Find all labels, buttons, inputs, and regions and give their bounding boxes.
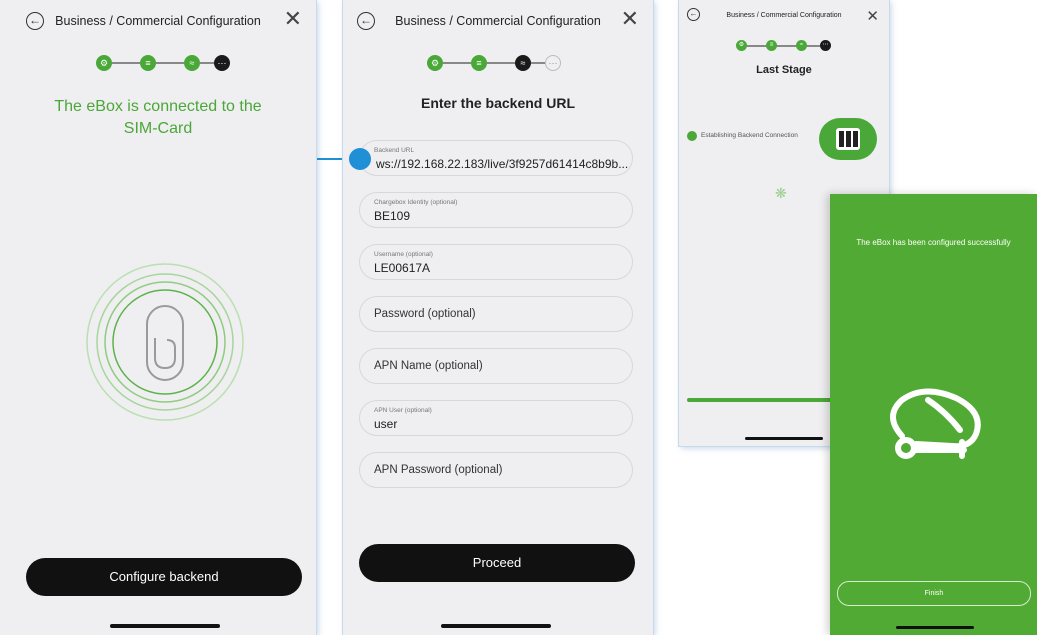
list-icon: ≡ xyxy=(766,40,777,51)
close-icon[interactable]: ✕ xyxy=(284,8,302,30)
field-placeholder: APN Password (optional) xyxy=(374,464,503,476)
apn-name-field[interactable]: APN Name (optional) xyxy=(359,348,633,384)
wifi-icon: ≈ xyxy=(184,55,200,71)
field-label: APN User (optional) xyxy=(374,407,432,414)
sim-card-icon xyxy=(86,263,244,421)
page-title: Business / Commercial Configuration xyxy=(395,14,601,28)
page-title: Business / Commercial Configuration xyxy=(726,12,842,19)
username-field[interactable]: Username (optional) LE00617A xyxy=(359,244,633,280)
step-line xyxy=(776,45,798,47)
screen-sim-connected: ← Business / Commercial Configuration ✕ … xyxy=(0,0,316,635)
stage-heading: Last Stage xyxy=(756,64,812,76)
progress-bar xyxy=(687,398,837,402)
dots-icon: ⋯ xyxy=(214,55,230,71)
list-icon: ≡ xyxy=(471,55,487,71)
field-value: user xyxy=(374,417,398,431)
step-line xyxy=(746,45,768,47)
step-line xyxy=(806,45,820,47)
step-line xyxy=(443,62,471,64)
success-message: The eBox has been configured successfull… xyxy=(856,238,1011,247)
step-line xyxy=(200,62,214,64)
step-indicator: ⚙ ≡ ≈ ⋯ xyxy=(427,55,567,71)
page-title: Business / Commercial Configuration xyxy=(55,14,261,28)
proceed-button[interactable]: Proceed xyxy=(359,544,635,582)
server-icon xyxy=(836,128,860,150)
step-line xyxy=(112,62,140,64)
field-placeholder: APN Name (optional) xyxy=(374,360,483,372)
header: ← Business / Commercial Configuration ✕ xyxy=(343,0,653,44)
field-value: BE109 xyxy=(374,209,411,223)
list-icon: ≡ xyxy=(140,55,156,71)
connector-dot xyxy=(349,148,371,170)
gear-icon: ⚙ xyxy=(736,40,747,51)
field-value: ws://192.168.22.183/live/3f9257d61414c8b… xyxy=(376,157,629,171)
location-pin-icon xyxy=(687,131,697,141)
field-placeholder: Password (optional) xyxy=(374,308,476,320)
home-indicator xyxy=(110,624,220,628)
field-label: Chargebox Identity (optional) xyxy=(374,199,458,206)
home-indicator xyxy=(441,624,551,628)
configure-backend-button[interactable]: Configure backend xyxy=(26,558,302,596)
step-line xyxy=(531,62,545,64)
step-indicator: ⚙ ≡ ≈ ⋯ xyxy=(736,40,836,56)
wifi-icon: ≈ xyxy=(796,40,807,51)
server-badge xyxy=(819,118,877,160)
field-value: LE00617A xyxy=(374,261,431,275)
status-text: Establishing Backend Connection xyxy=(701,132,798,139)
step-line xyxy=(156,62,184,64)
home-indicator xyxy=(896,626,974,629)
field-label: Backend URL xyxy=(374,147,415,154)
screen-backend-url: ← Business / Commercial Configuration ✕ … xyxy=(343,0,653,635)
gear-icon: ⚙ xyxy=(427,55,443,71)
close-icon[interactable]: ✕ xyxy=(621,8,639,30)
step-indicator: ⚙ ≡ ≈ ⋯ xyxy=(96,55,236,71)
chargebox-identity-field[interactable]: Chargebox Identity (optional) BE109 xyxy=(359,192,633,228)
dots-icon: ⋯ xyxy=(545,55,561,71)
screen-success: The eBox has been configured successfull… xyxy=(830,194,1037,635)
header: ← Business / Commercial Configuration ✕ xyxy=(0,0,316,44)
wifi-icon: ≈ xyxy=(515,55,531,71)
close-icon[interactable]: ✕ xyxy=(866,6,879,28)
status-message: The eBox is connected to the SIM-Card xyxy=(54,98,262,137)
apn-user-field[interactable]: APN User (optional) user xyxy=(359,400,633,436)
finish-button[interactable]: Finish xyxy=(837,581,1031,606)
field-label: Username (optional) xyxy=(374,251,433,258)
form-heading: Enter the backend URL xyxy=(420,95,576,111)
apn-password-field[interactable]: APN Password (optional) xyxy=(359,452,633,488)
gear-icon: ⚙ xyxy=(96,55,112,71)
backend-url-field[interactable]: Backend URL ws://192.168.22.183/live/3f9… xyxy=(359,140,633,176)
dots-icon: ⋯ xyxy=(820,40,831,51)
step-line xyxy=(487,62,515,64)
password-field[interactable]: Password (optional) xyxy=(359,296,633,332)
ebox-logo-icon xyxy=(890,388,981,459)
loading-spinner-icon: ❋ xyxy=(775,185,787,201)
home-indicator xyxy=(745,437,823,440)
